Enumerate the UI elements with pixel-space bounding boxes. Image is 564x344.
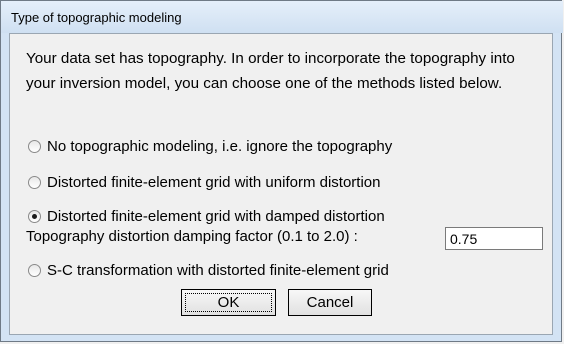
radio-damped-distortion[interactable]: Distorted finite-element grid with dampe…: [28, 205, 385, 227]
damping-factor-label: Topography distortion damping factor (0.…: [26, 228, 358, 245]
title-bar[interactable]: Type of topographic modeling: [1, 1, 563, 33]
radio-label: Distorted finite-element grid with unifo…: [47, 173, 381, 191]
radio-button-icon[interactable]: [28, 175, 41, 189]
radio-button-icon[interactable]: [28, 263, 41, 277]
radio-uniform-distortion[interactable]: Distorted finite-element grid with unifo…: [28, 171, 380, 193]
cancel-button[interactable]: Cancel: [288, 289, 372, 316]
window-title: Type of topographic modeling: [11, 10, 182, 25]
radio-label: No topographic modeling, i.e. ignore the…: [47, 137, 393, 155]
radio-no-topographic-modeling[interactable]: No topographic modeling, i.e. ignore the…: [28, 135, 392, 157]
radio-label: Distorted finite-element grid with dampe…: [47, 207, 385, 225]
intro-text: Your data set has topography. In order t…: [26, 50, 515, 92]
radio-sc-transformation[interactable]: S-C transformation with distorted finite…: [28, 259, 389, 281]
ok-button[interactable]: OK: [181, 289, 276, 316]
dialog-body: Your data set has topography. In order t…: [9, 33, 553, 335]
dialog-window: Type of topographic modeling Your data s…: [0, 0, 563, 342]
damping-factor-input[interactable]: [445, 227, 543, 250]
radio-label: S-C transformation with distorted finite…: [47, 261, 389, 279]
radio-button-icon[interactable]: [28, 139, 41, 153]
radio-button-selected-icon[interactable]: [28, 209, 41, 223]
